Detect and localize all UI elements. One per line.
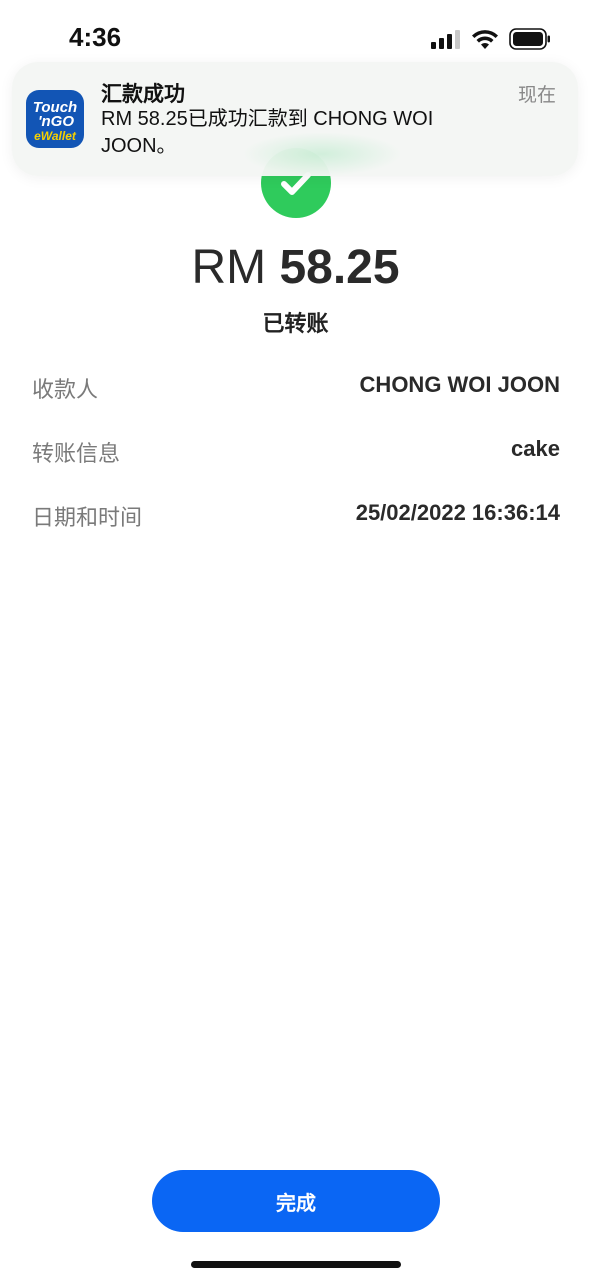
status-time: 4:36 (69, 22, 122, 52)
amount-currency: RM (191, 241, 267, 294)
detail-value: 25/02/2022 16:36:14 (355, 500, 560, 525)
cellular-signal-icon (431, 30, 460, 49)
notification-body: RM 58.25已成功汇款到 CHONG WOI JOON。 (101, 108, 434, 157)
detail-row-transfer-info: 转账信息 cake (32, 436, 560, 470)
done-button[interactable]: 完成 (152, 1170, 440, 1232)
detail-row-date-time: 日期和时间 25/02/2022 16:36:14 (32, 500, 560, 534)
wifi-icon (472, 29, 498, 49)
status-icons (431, 28, 551, 50)
detail-row-recipient: 收款人 CHONG WOI JOON (32, 372, 560, 406)
notification-banner[interactable]: Touch 'nGO eWallet 汇款成功 RM 58.25已成功汇款到 C… (12, 62, 578, 176)
detail-value: CHONG WOI JOON (359, 372, 560, 397)
home-indicator[interactable] (191, 1261, 401, 1268)
detail-value: cake (511, 436, 560, 461)
logo-ewallet-text: eWallet (34, 129, 77, 143)
transfer-amount: RM 58.25 (0, 240, 591, 295)
detail-label: 转账信息 (32, 441, 121, 466)
detail-label: 日期和时间 (32, 505, 143, 530)
transfer-status: 已转账 (262, 311, 329, 336)
battery-icon (509, 28, 550, 50)
logo-ngo-text: 'nGO (38, 113, 74, 130)
notification-time: 现在 (517, 85, 556, 106)
transfer-receipt-screen: 4:36 Touch 'nGO eWallet 汇款成功 RM 58.25已成功… (0, 0, 591, 1280)
touch-n-go-ewallet-logo: Touch 'nGO eWallet (26, 90, 84, 148)
notification-title: 汇款成功 (101, 83, 185, 106)
amount-value: 58.25 (279, 241, 400, 294)
detail-label: 收款人 (32, 377, 99, 402)
